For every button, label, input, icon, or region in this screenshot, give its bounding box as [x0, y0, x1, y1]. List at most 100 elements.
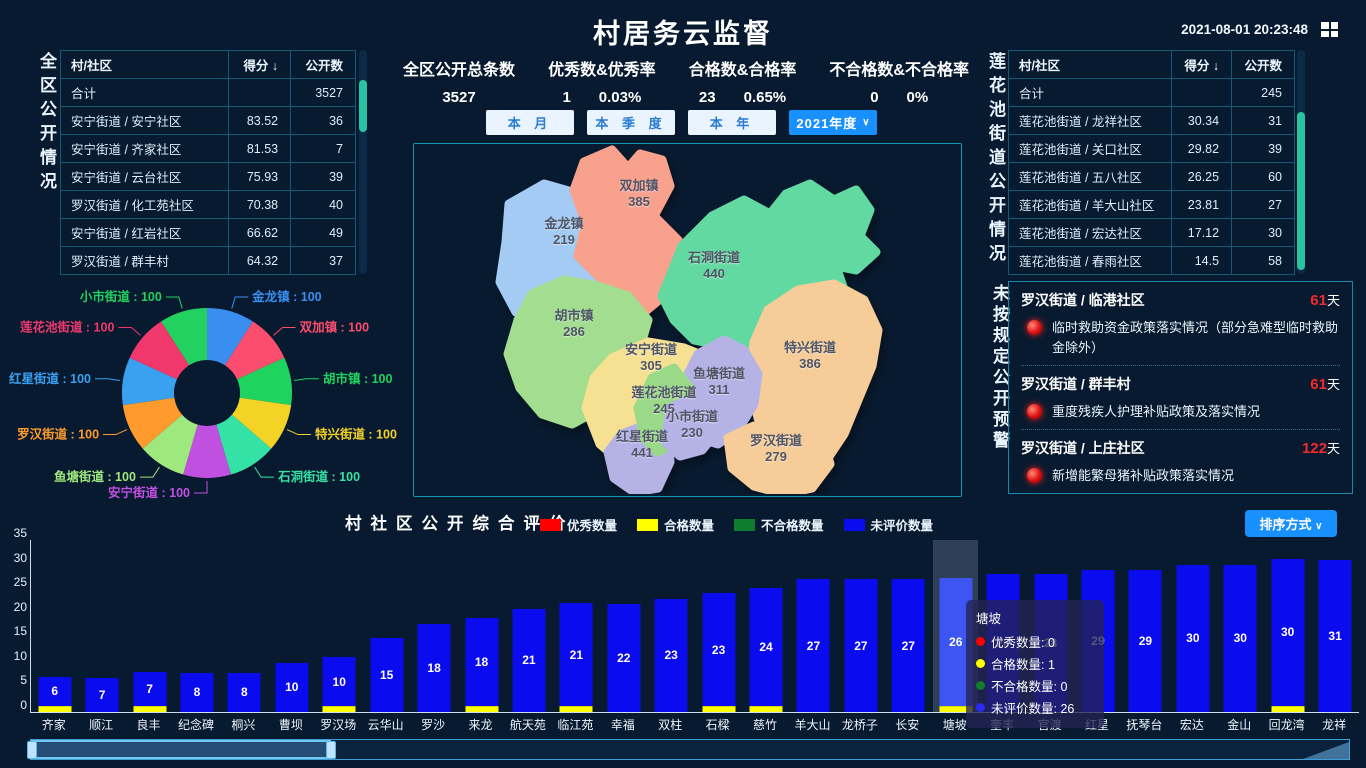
alert-item[interactable]: 罗汉街道 / 上庄社区 122天 新增能繁母猪补贴政策落实情况	[1021, 430, 1340, 493]
table-row[interactable]: 莲花池街道 / 宏达社区17.1230	[1009, 219, 1295, 247]
stacked-bar[interactable]: 10	[323, 657, 356, 712]
x-tick-label: 抚琴台	[1121, 716, 1168, 733]
column-header[interactable]: 得分 ↓	[229, 51, 291, 79]
filter-month-button[interactable]: 本 月	[486, 110, 574, 135]
left-table-scrollbar[interactable]	[359, 50, 367, 274]
datazoom-window[interactable]	[31, 740, 331, 759]
stacked-bar[interactable]: 18	[418, 624, 451, 712]
legend-item[interactable]: 优秀数量	[540, 515, 617, 534]
table-row[interactable]: 合计245	[1009, 79, 1295, 107]
bar-column-石樑[interactable]: 23	[695, 540, 742, 712]
bar-column-来龙[interactable]: 18	[458, 540, 505, 712]
legend-item[interactable]: 不合格数量	[734, 515, 824, 534]
pie-label: 特兴街道 : 100	[315, 427, 397, 442]
right-table-scrollbar[interactable]	[1297, 50, 1305, 274]
table-row[interactable]: 莲花池街道 / 五八社区26.2560	[1009, 163, 1295, 191]
stacked-bar[interactable]: 27	[797, 579, 830, 712]
map-region-xiaoshi[interactable]	[665, 398, 717, 456]
stacked-bar[interactable]: 21	[512, 609, 545, 712]
stacked-bar[interactable]: 10	[275, 663, 308, 712]
sort-dropdown[interactable]: 排序方式 ∨	[1245, 510, 1337, 537]
stacked-bar[interactable]: 24	[750, 588, 783, 712]
stacked-bar[interactable]: 15	[370, 638, 403, 712]
bar-value-label: 8	[228, 685, 261, 699]
stacked-bar[interactable]: 7	[86, 678, 119, 712]
bar-column-金山[interactable]: 30	[1217, 540, 1264, 712]
bar-column-回龙湾[interactable]: 30	[1264, 540, 1311, 712]
table-row[interactable]: 安宁街道 / 云台社区75.9339	[61, 163, 356, 191]
table-row[interactable]: 罗汉街道 / 化工苑社区70.3840	[61, 191, 356, 219]
filter-year-button[interactable]: 本 年	[688, 110, 776, 135]
bar-column-良丰[interactable]: 7	[126, 540, 173, 712]
table-row[interactable]: 安宁街道 / 齐家社区81.537	[61, 135, 356, 163]
datazoom-right-handle[interactable]	[326, 741, 336, 759]
bar-column-临江苑[interactable]: 21	[553, 540, 600, 712]
bar-column-龙桥子[interactable]: 27	[837, 540, 884, 712]
bar-column-双柱[interactable]: 23	[647, 540, 694, 712]
stacked-bar[interactable]: 23	[702, 593, 735, 712]
stacked-bar[interactable]: 8	[180, 673, 213, 712]
bar-column-罗沙[interactable]: 18	[410, 540, 457, 712]
bar-column-宏达[interactable]: 30	[1169, 540, 1216, 712]
alert-days: 61天	[1310, 374, 1340, 394]
cell-score: 75.93	[229, 163, 291, 191]
bar-column-长安[interactable]: 27	[885, 540, 932, 712]
datazoom-slider[interactable]	[30, 739, 1350, 760]
stacked-bar[interactable]: 7	[133, 672, 166, 712]
street-donut-chart: 金龙镇 : 100双加镇 : 100胡市镇 : 100特兴街道 : 100石洞街…	[0, 283, 400, 503]
stacked-bar[interactable]: 30	[1224, 565, 1257, 712]
bar-column-航天苑[interactable]: 21	[505, 540, 552, 712]
stacked-bar[interactable]: 21	[560, 603, 593, 712]
stacked-bar[interactable]: 27	[844, 579, 877, 712]
bar-column-慈竹[interactable]: 24	[742, 540, 789, 712]
stacked-bar[interactable]: 23	[655, 599, 688, 712]
stacked-bar[interactable]: 22	[607, 604, 640, 712]
stacked-bar[interactable]: 30	[1176, 565, 1209, 712]
table-row[interactable]: 罗汉街道 / 群丰村64.3237	[61, 247, 356, 275]
bar-column-桐兴[interactable]: 8	[221, 540, 268, 712]
bar-column-云华山[interactable]: 15	[363, 540, 410, 712]
apps-grid-icon[interactable]	[1321, 22, 1338, 37]
stat-count: 1	[562, 89, 570, 106]
stacked-bar[interactable]: 18	[465, 618, 498, 712]
table-row[interactable]: 合计3527	[61, 79, 356, 107]
tooltip-row: 合格数量: 1	[976, 654, 1094, 673]
bar-column-羊大山[interactable]: 27	[790, 540, 837, 712]
table-row[interactable]: 莲花池街道 / 羊大山社区23.8127	[1009, 191, 1295, 219]
table-row[interactable]: 安宁街道 / 红岩社区66.6249	[61, 219, 356, 247]
stacked-bar[interactable]: 27	[892, 579, 925, 712]
map-region-luohan[interactable]	[728, 424, 830, 494]
filter-quarter-button[interactable]: 本 季 度	[587, 110, 675, 135]
bar-column-齐家[interactable]: 6	[31, 540, 78, 712]
bar-column-龙祥[interactable]: 31	[1311, 540, 1358, 712]
left-panel-title: 全区公开情况	[34, 52, 59, 196]
legend-item[interactable]: 未评价数量	[844, 515, 934, 534]
bar-value-label: 10	[323, 675, 356, 689]
table-row[interactable]: 莲花池街道 / 龙祥社区30.3431	[1009, 107, 1295, 135]
year-select-dropdown[interactable]: 2021年度 ∨	[789, 110, 877, 135]
stacked-bar[interactable]: 31	[1319, 560, 1352, 712]
bar-column-罗汉场[interactable]: 10	[316, 540, 363, 712]
cell-score: 66.62	[229, 219, 291, 247]
stacked-bar[interactable]: 6	[38, 677, 71, 712]
cell-score: 23.81	[1172, 191, 1232, 219]
bar-column-幸福[interactable]: 22	[600, 540, 647, 712]
datazoom-left-handle[interactable]	[27, 741, 37, 759]
pie-label-line	[118, 328, 140, 336]
bar-column-顺江[interactable]: 7	[78, 540, 125, 712]
scrollbar-thumb[interactable]	[359, 80, 367, 132]
legend-item[interactable]: 合格数量	[637, 515, 714, 534]
bar-column-曹坝[interactable]: 10	[268, 540, 315, 712]
table-row[interactable]: 莲花池街道 / 关口社区29.8239	[1009, 135, 1295, 163]
scrollbar-thumb[interactable]	[1297, 112, 1305, 270]
alert-item[interactable]: 罗汉街道 / 临港社区 61天 临时救助资金政策落实情况（部分急难型临时救助金除…	[1021, 282, 1340, 366]
table-row[interactable]: 安宁街道 / 安宁社区83.5236	[61, 107, 356, 135]
stacked-bar[interactable]: 30	[1271, 559, 1304, 712]
bar-column-抚琴台[interactable]: 29	[1122, 540, 1169, 712]
table-row[interactable]: 莲花池街道 / 春雨社区14.558	[1009, 247, 1295, 275]
column-header[interactable]: 得分 ↓	[1172, 51, 1232, 79]
bar-column-纪念碑[interactable]: 8	[173, 540, 220, 712]
alert-item[interactable]: 罗汉街道 / 群丰村 61天 重度残疾人护理补贴政策及落实情况	[1021, 366, 1340, 430]
stacked-bar[interactable]: 29	[1129, 570, 1162, 713]
stacked-bar[interactable]: 8	[228, 673, 261, 712]
